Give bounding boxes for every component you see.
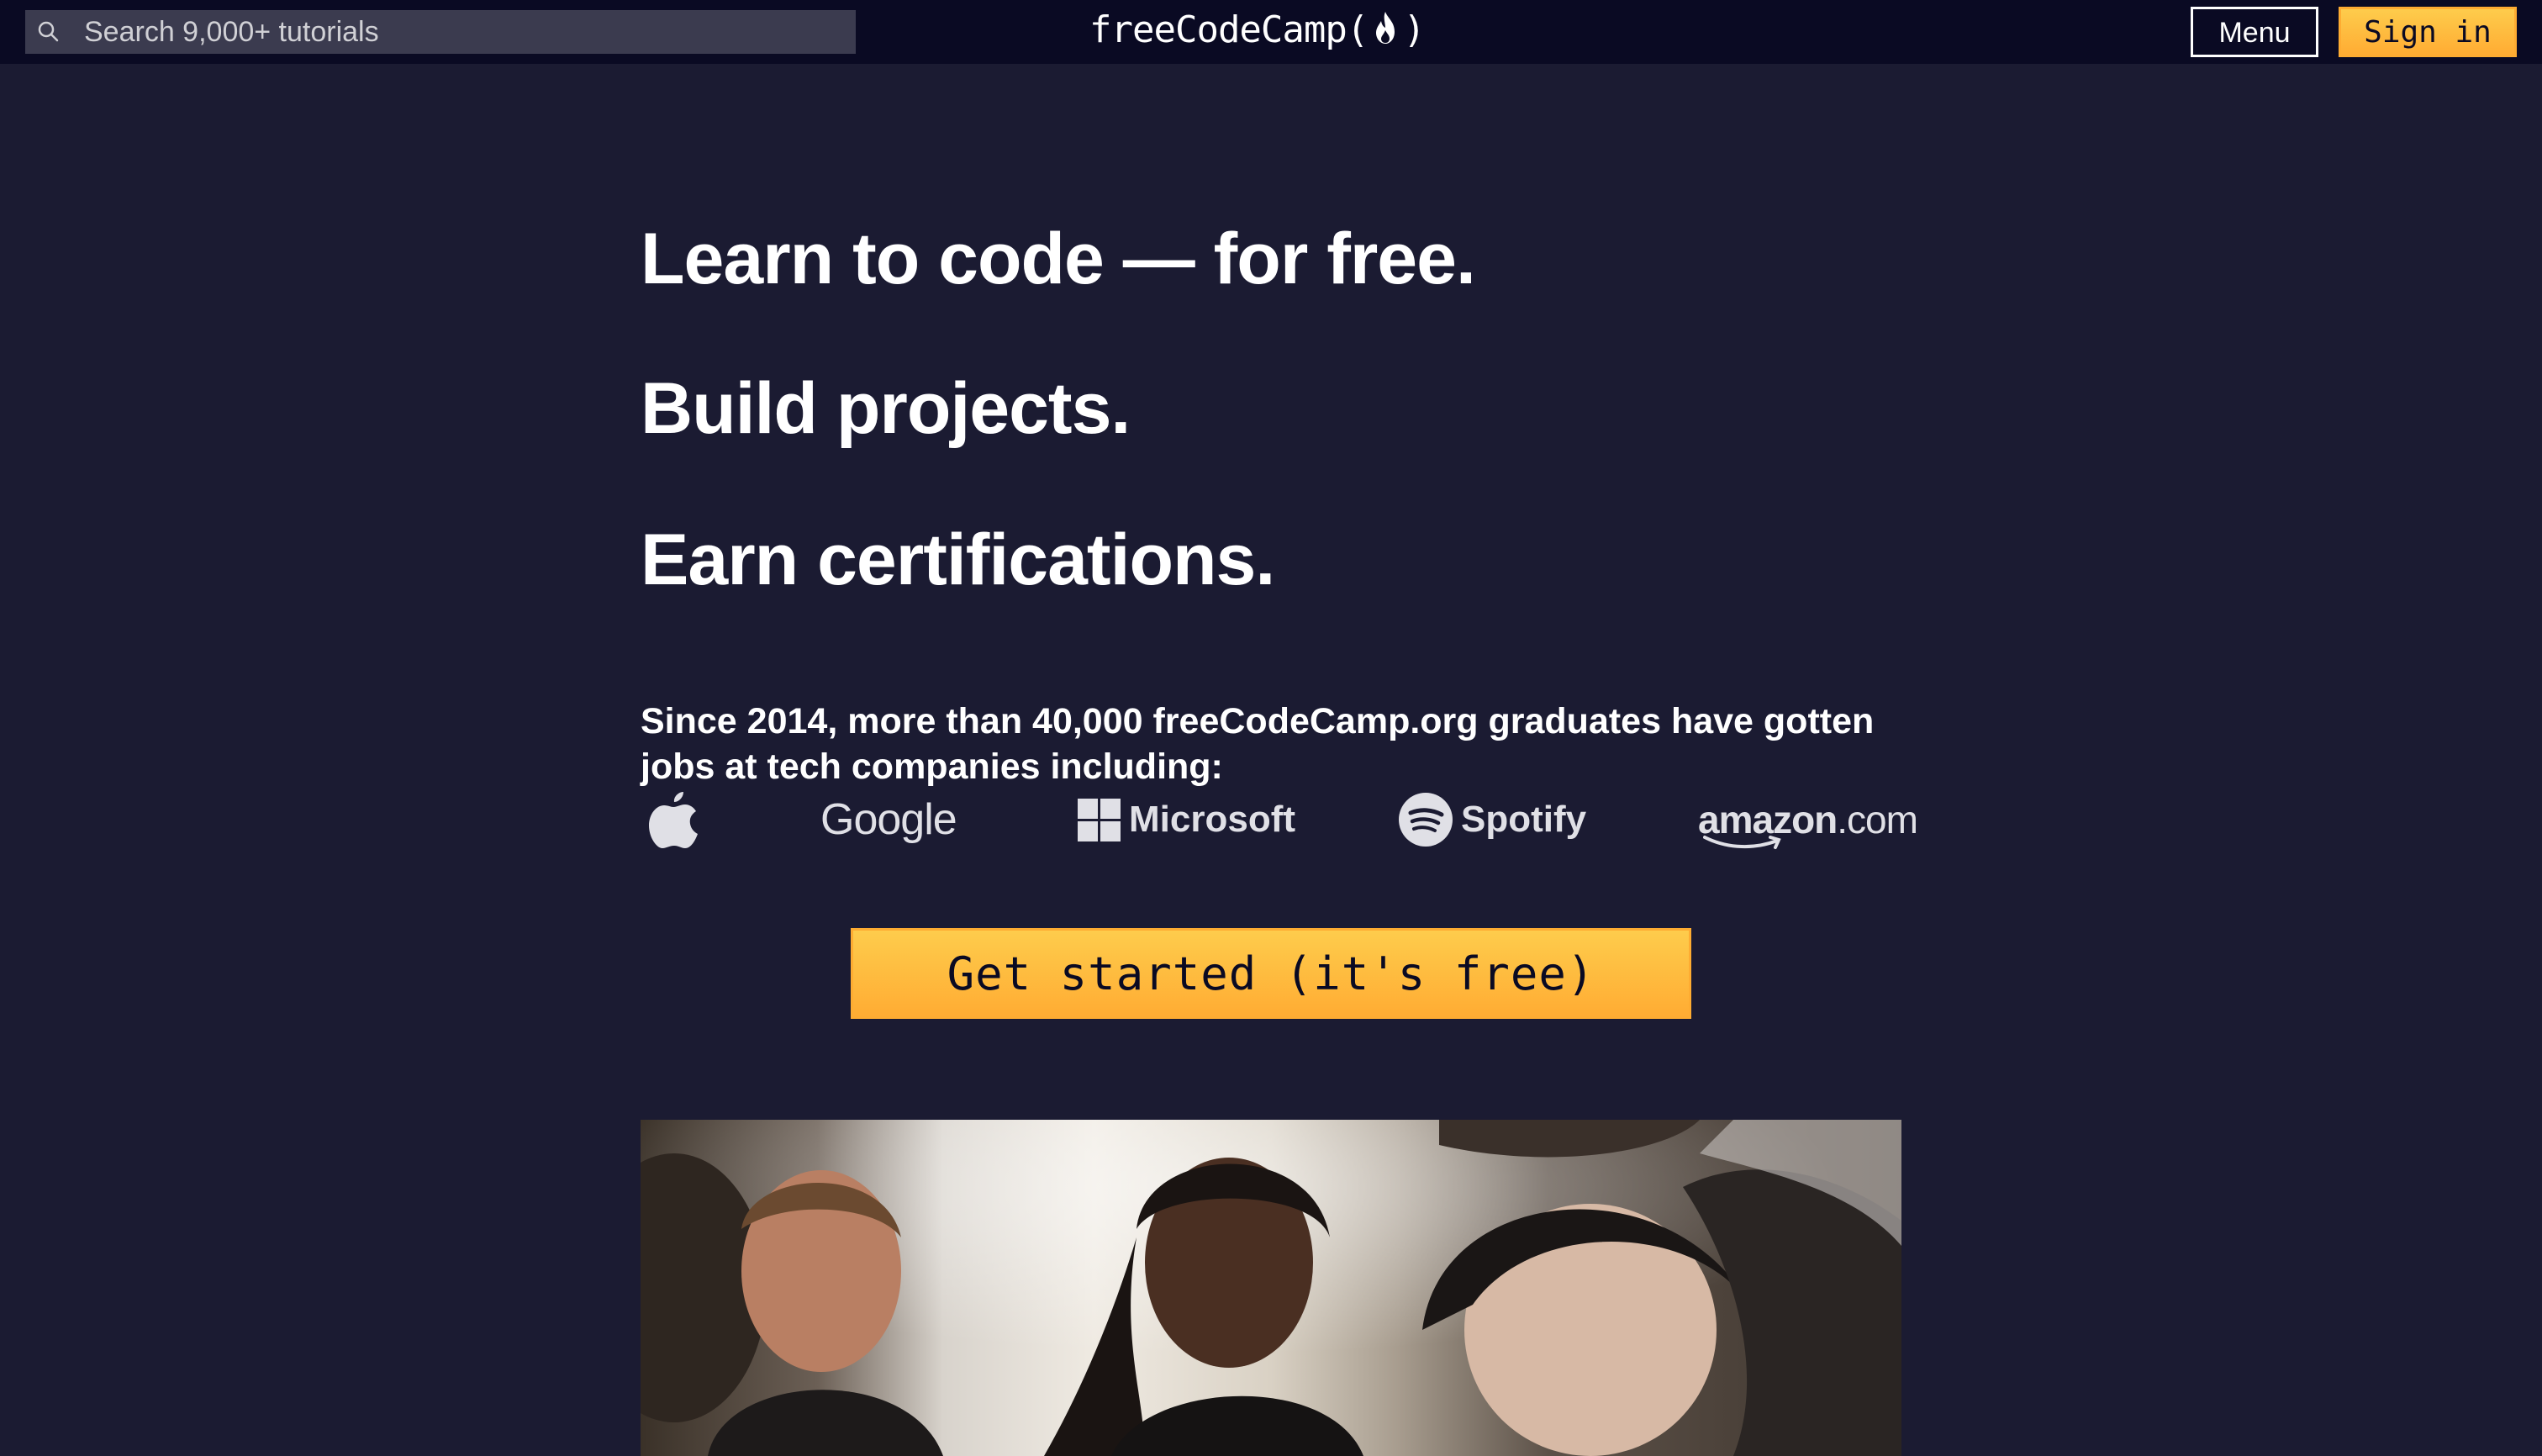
brand-text-close: ): [1403, 8, 1425, 51]
microsoft-logo: Microsoft: [1078, 782, 1295, 857]
get-started-button[interactable]: Get started (it's free): [851, 928, 1691, 1019]
top-navbar: freeCodeCamp( ) Menu Sign in: [0, 0, 2542, 64]
search-bar[interactable]: [25, 10, 856, 54]
apple-logo-icon: [649, 792, 698, 848]
spotify-logo-icon: [1399, 793, 1453, 847]
students-photo-illustration: [641, 1120, 1901, 1456]
search-icon: [38, 21, 59, 42]
hero-photo-students: [641, 1120, 1901, 1456]
search-input[interactable]: [84, 10, 841, 54]
amazon-logo: amazon.com: [1698, 782, 1918, 857]
microsoft-logo-icon: [1078, 798, 1121, 841]
google-logo: Google: [820, 782, 957, 857]
flame-icon: [1376, 12, 1395, 44]
brand-logo[interactable]: freeCodeCamp( ): [1089, 5, 1426, 55]
hero-heading-learn: Learn to code — for free.: [641, 219, 1476, 299]
graduates-statement: Since 2014, more than 40,000 freeCodeCam…: [641, 701, 1875, 787]
sign-in-button[interactable]: Sign in: [2339, 7, 2517, 57]
spotify-logo: Spotify: [1399, 782, 1586, 857]
spotify-logo-text: Spotify: [1461, 799, 1587, 840]
hero-heading-earn: Earn certifications.: [641, 520, 1275, 600]
amazon-smile-icon: [1703, 836, 1781, 849]
hero-heading-build: Build projects.: [641, 368, 1131, 449]
amazon-logo-suffix: .com: [1837, 798, 1918, 841]
google-logo-text: Google: [820, 795, 957, 844]
brand-text: freeCodeCamp(: [1089, 8, 1369, 51]
apple-logo: [647, 782, 706, 857]
microsoft-logo-text: Microsoft: [1129, 799, 1295, 840]
menu-button[interactable]: Menu: [2191, 7, 2318, 57]
